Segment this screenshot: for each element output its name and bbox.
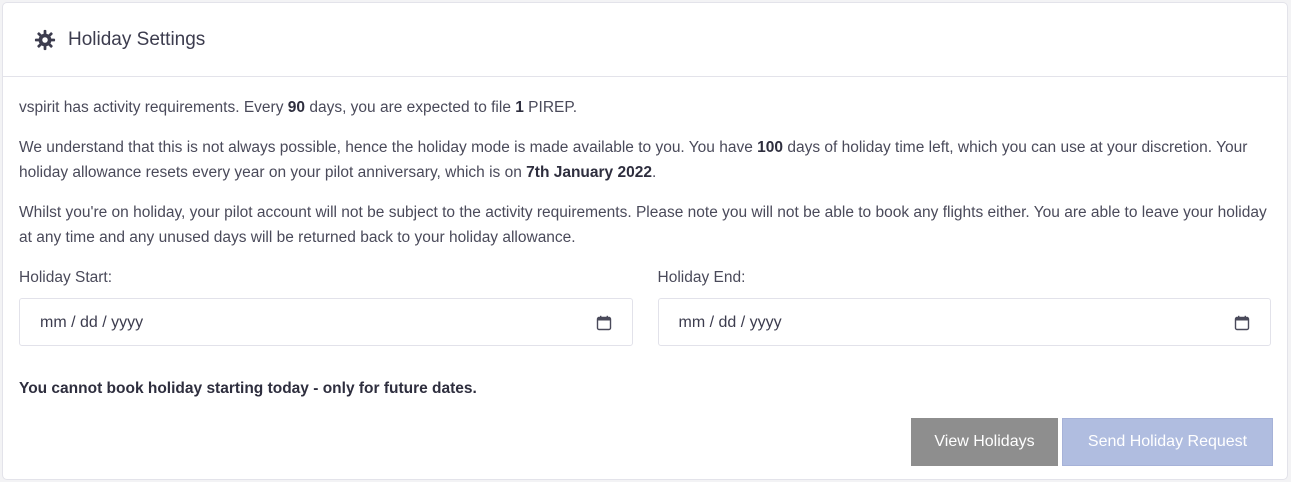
holiday-start-input[interactable]: mm / dd / yyyy [19, 298, 633, 346]
intro-suffix: PIREP. [523, 99, 578, 116]
holiday-end-input[interactable]: mm / dd / yyyy [657, 298, 1271, 346]
required-pirep-count: 1 [515, 99, 524, 116]
page-title: Holiday Settings [68, 28, 206, 50]
calendar-icon[interactable] [596, 314, 612, 331]
future-dates-warning: You cannot book holiday starting today -… [19, 380, 477, 397]
holiday-start-value: mm / dd / yyyy [40, 313, 144, 331]
required-days: 90 [287, 99, 306, 116]
card-body: vspirit has activity requirements. Every… [3, 77, 1287, 401]
view-holidays-button[interactable]: View Holidays [911, 418, 1058, 466]
pilot-anniversary-date: 7th January 2022 [526, 164, 652, 181]
holiday-days-left: 100 [757, 139, 784, 156]
holiday-end-value: mm / dd / yyyy [678, 313, 782, 331]
allowance-prefix: We understand that this is not always po… [19, 139, 758, 156]
holiday-allowance-text: We understand that this is not always po… [19, 135, 1271, 185]
allowance-suffix: . [651, 164, 657, 181]
gear-icon [33, 28, 57, 52]
holiday-settings-card: Holiday Settings vspirit has activity re… [2, 2, 1288, 480]
activity-requirements-text: vspirit has activity requirements. Every… [19, 95, 1271, 120]
holiday-start-group: Holiday Start: mm / dd / yyyy [19, 265, 633, 346]
send-holiday-request-button[interactable]: Send Holiday Request [1062, 418, 1273, 466]
card-header: Holiday Settings [3, 3, 1287, 77]
holiday-end-label: Holiday End: [657, 269, 746, 286]
calendar-icon[interactable] [1234, 314, 1250, 331]
form-actions: View Holidays Send Holiday Request [911, 418, 1273, 466]
intro-prefix: vspirit has activity requirements. Every [19, 99, 288, 116]
intro-middle: days, you are expected to file [305, 99, 516, 116]
holiday-start-label: Holiday Start: [19, 269, 113, 286]
holiday-date-form: Holiday Start: mm / dd / yyyy Holiday En… [19, 265, 1271, 346]
holiday-end-group: Holiday End: mm / dd / yyyy [657, 265, 1271, 346]
holiday-notice-text: Whilst you're on holiday, your pilot acc… [19, 204, 1267, 246]
